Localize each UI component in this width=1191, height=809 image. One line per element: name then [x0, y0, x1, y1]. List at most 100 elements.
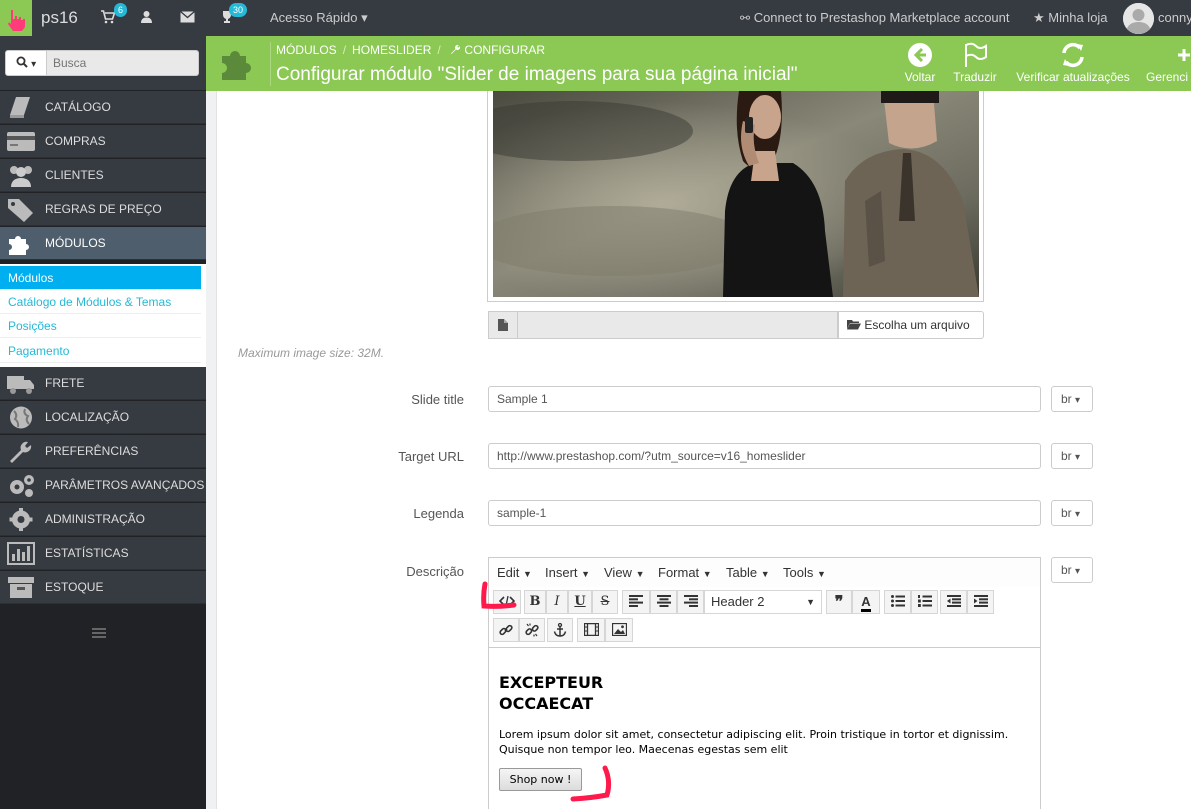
my-store-link[interactable]: ★ Minha loja: [1033, 10, 1108, 26]
outdent-button[interactable]: [940, 590, 967, 614]
breadcrumb-modules[interactable]: MÓDULOS: [276, 43, 337, 57]
menu-table[interactable]: Table ▼: [726, 565, 770, 580]
text-color-icon: A: [861, 595, 871, 612]
marketplace-link[interactable]: ⚯ Connect to Prestashop Marketplace acco…: [740, 10, 1010, 25]
file-name-field[interactable]: [518, 311, 838, 339]
content-paragraph: Lorem ipsum dolor sit amet, consectetur …: [499, 728, 1009, 756]
check-updates-label: Verificar atualizações: [1016, 70, 1130, 84]
text-color-button[interactable]: A: [852, 590, 880, 614]
align-left-icon: [629, 595, 643, 607]
underline-button[interactable]: U: [568, 590, 592, 614]
target-url-input[interactable]: http://www.prestashop.com/?utm_source=v1…: [488, 443, 1041, 469]
lang-label: br: [1061, 506, 1072, 520]
menu-format[interactable]: Format ▼: [658, 565, 712, 580]
avatar[interactable]: [1123, 3, 1154, 34]
submenu-item-modules[interactable]: Módulos: [0, 266, 201, 290]
description-lang-dropdown[interactable]: br ▾: [1051, 557, 1093, 583]
sidebar-item-advanced-params[interactable]: PARÂMETROS AVANÇADOS: [0, 469, 206, 502]
anchor-button[interactable]: [547, 618, 573, 642]
sidebar-item-localization[interactable]: LOCALIZAÇÃO: [0, 401, 206, 434]
bold-button[interactable]: B: [524, 590, 546, 614]
marketplace-label: Connect to Prestashop Marketplace accoun…: [753, 10, 1010, 25]
sidebar-item-preferences[interactable]: PREFERÊNCIAS: [0, 435, 206, 468]
legend-lang-dropdown[interactable]: br ▾: [1051, 500, 1093, 526]
sidebar: ▾ CATÁLOGO COMPRAS CLIENTES REGRAS DE PR…: [0, 36, 206, 809]
image-file-input: Escolha um arquivo: [488, 311, 984, 339]
sidebar-item-shipping[interactable]: FRETE: [0, 367, 206, 400]
caret-down-icon: ▾: [1075, 566, 1081, 577]
search-button[interactable]: ▾: [5, 50, 47, 76]
sidebar-item-administration[interactable]: ADMINISTRAÇÃO: [0, 503, 206, 536]
sidebar-item-stock[interactable]: ESTOQUE: [0, 571, 206, 604]
menu-edit[interactable]: Edit ▼: [497, 565, 532, 580]
sidebar-item-catalog[interactable]: CATÁLOGO: [0, 91, 206, 124]
submenu-item-positions[interactable]: Posições: [0, 314, 201, 338]
strikethrough-button[interactable]: S: [592, 590, 618, 614]
breadcrumb-separator: /: [342, 43, 347, 57]
slide-title-lang-dropdown[interactable]: br ▾: [1051, 386, 1093, 412]
user-icon[interactable]: [140, 10, 153, 27]
shop-name[interactable]: ps16: [41, 8, 78, 28]
remove-link-button[interactable]: [519, 618, 545, 642]
sidebar-item-modules[interactable]: MÓDULOS: [0, 227, 206, 260]
search-input[interactable]: [47, 50, 199, 76]
menu-view[interactable]: View ▼: [604, 565, 645, 580]
slide-title-input[interactable]: Sample 1: [488, 386, 1041, 412]
envelope-icon[interactable]: [180, 10, 195, 26]
heading-line-2: OCCAECAT: [499, 694, 594, 713]
target-url-lang-dropdown[interactable]: br ▾: [1051, 443, 1093, 469]
menu-tools[interactable]: Tools ▼: [783, 565, 826, 580]
sidebar-item-orders[interactable]: COMPRAS: [0, 125, 206, 158]
submenu-item-payment[interactable]: Pagamento: [0, 339, 201, 363]
folder-open-icon: [847, 318, 864, 332]
align-center-button[interactable]: [650, 590, 677, 614]
username[interactable]: conny: [1158, 10, 1191, 25]
submenu-item-catalog-themes[interactable]: Catálogo de Módulos & Temas: [0, 290, 201, 314]
indent-icon: [973, 595, 988, 607]
back-label: Voltar: [904, 70, 936, 84]
collapse-sidebar-icon[interactable]: [92, 628, 106, 638]
sidebar-item-label: LOCALIZAÇÃO: [45, 410, 130, 424]
check-updates-button[interactable]: Verificar atualizações: [1013, 41, 1133, 84]
back-button[interactable]: Voltar: [903, 41, 937, 84]
numbered-list-button[interactable]: [911, 590, 938, 614]
bullet-list-button[interactable]: [884, 590, 911, 614]
hand-pointer-icon: [8, 10, 25, 31]
insert-video-button[interactable]: [577, 618, 605, 642]
sidebar-item-label: CATÁLOGO: [45, 100, 111, 114]
puzzle-icon: [222, 51, 251, 80]
sidebar-item-price-rules[interactable]: REGRAS DE PREÇO: [0, 193, 206, 226]
italic-button[interactable]: I: [546, 590, 568, 614]
annotation-mark: [570, 765, 612, 802]
sidebar-item-statistics[interactable]: ESTATÍSTICAS: [0, 537, 206, 570]
prestashop-logo[interactable]: [0, 0, 32, 36]
manage-button[interactable]: Gerenci: [1146, 41, 1191, 84]
search-icon: [16, 56, 31, 70]
align-right-icon: [683, 595, 698, 607]
legend-input[interactable]: sample-1: [488, 500, 1041, 526]
breadcrumb-homeslider[interactable]: HOMESLIDER: [352, 43, 431, 57]
bullet-list-icon: [890, 595, 905, 607]
slide-title-label: Slide title: [411, 392, 464, 407]
block-format-select[interactable]: Header 2 ▼: [704, 590, 822, 614]
insert-link-button[interactable]: [493, 618, 519, 642]
caret-down-icon: ▾: [1075, 509, 1081, 520]
refresh-icon: [1062, 42, 1084, 68]
blockquote-button[interactable]: ❞: [826, 590, 852, 614]
align-right-button[interactable]: [677, 590, 704, 614]
cart-icon[interactable]: [101, 10, 116, 27]
translate-button[interactable]: Traduzir: [951, 41, 999, 84]
align-left-button[interactable]: [622, 590, 650, 614]
indent-button[interactable]: [967, 590, 994, 614]
legend-value: sample-1: [497, 506, 547, 520]
truck-icon: [7, 376, 34, 394]
breadcrumb-configure[interactable]: CONFIGURAR: [464, 43, 545, 57]
wrench-icon: [10, 441, 32, 463]
sidebar-item-customers[interactable]: CLIENTES: [0, 159, 206, 192]
menu-insert[interactable]: Insert ▼: [545, 565, 590, 580]
choose-file-button[interactable]: Escolha um arquivo: [838, 311, 984, 339]
menu-label: Tools: [783, 565, 814, 580]
insert-image-button[interactable]: [605, 618, 633, 642]
quick-access-menu[interactable]: Acesso Rápido ▾: [270, 10, 368, 26]
underline-icon: U: [574, 594, 586, 609]
